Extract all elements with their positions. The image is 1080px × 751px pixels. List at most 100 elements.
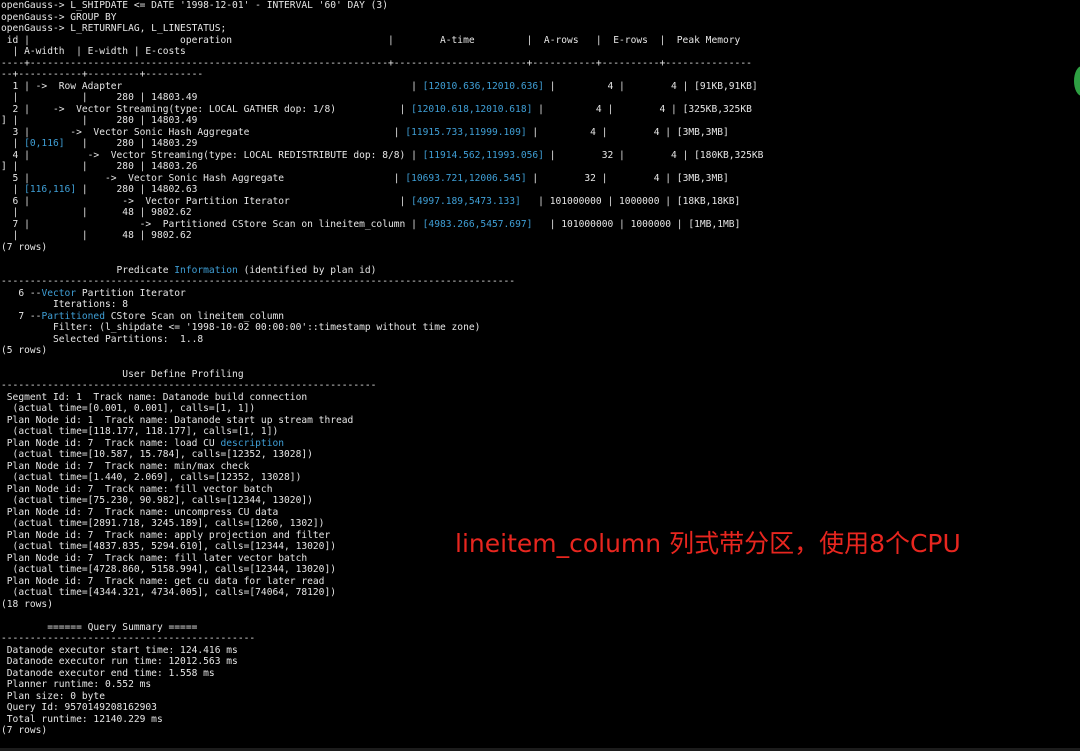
terminal-text: (actual time=[0.001, 0.001], calls=[1, 1… (1, 403, 256, 415)
terminal-line: ----------------------------------------… (1, 633, 1076, 645)
terminal-line: 3 | -> Vector Sonic Hash Aggregate | [11… (1, 127, 1076, 139)
terminal-text: Predicate (1, 264, 175, 276)
terminal-line: ====== Query Summary ===== (1, 622, 1076, 634)
terminal-text: | 280 | 14803.29 (64, 138, 198, 150)
terminal-text: (actual time=[75.230, 90.982], calls=[12… (1, 495, 313, 507)
terminal-text: (actual time=[1.440, 2.069], calls=[1235… (1, 472, 302, 484)
terminal-line: Plan Node id: 1 Track name: Datanode sta… (1, 415, 1076, 427)
terminal-text: (18 rows) (1, 598, 53, 610)
terminal-text: 7 | -> Partitioned CStore Scan on lineit… (1, 218, 423, 230)
terminal-text: Datanode executor end time: 1.558 ms (1, 667, 215, 679)
terminal-text: Query Id: 9570149208162903 (1, 702, 157, 714)
terminal-line: | [116,116] | 280 | 14802.63 (1, 184, 1076, 196)
terminal-text: | 32 | 4 | [3MB,3MB] (526, 172, 729, 184)
terminal-text: | 4 | 4 | [3MB,3MB] (526, 126, 729, 138)
terminal-line: 5 | -> Vector Sonic Hash Aggregate | [10… (1, 173, 1076, 185)
terminal-text: (actual time=[118.177, 118.177], calls=[… (1, 426, 279, 438)
terminal-text: Segment Id: 1 Track name: Datanode build… (1, 391, 308, 403)
terminal-line: ] | | 280 | 14803.49 (1, 115, 1076, 127)
terminal-highlight: Partitioned (41, 310, 105, 322)
terminal-line: Datanode executor end time: 1.558 ms (1, 668, 1076, 680)
terminal-line: 7 --Partitioned CStore Scan on lineitem_… (1, 311, 1076, 323)
terminal-line: Filter: (l_shipdate <= '1998-10-02 00:00… (1, 322, 1076, 334)
terminal-text: Plan Node id: 1 Track name: Datanode sta… (1, 414, 354, 426)
terminal-text: Plan size: 0 byte (1, 690, 105, 702)
terminal-line: 4 | -> Vector Streaming(type: LOCAL REDI… (1, 150, 1076, 162)
terminal-text: Plan Node id: 7 Track name: fill later v… (1, 552, 308, 564)
terminal-line: (actual time=[4728.860, 5158.994], calls… (1, 564, 1076, 576)
terminal-line: Plan Node id: 7 Track name: load CU desc… (1, 438, 1076, 450)
terminal-text: Planner runtime: 0.552 ms (1, 679, 152, 691)
terminal-line: openGauss-> L_SHIPDATE <= DATE '1998-12-… (1, 0, 1076, 12)
terminal-line: Query Id: 9570149208162903 (1, 702, 1076, 714)
terminal-text: (identified by plan id) (237, 264, 377, 276)
terminal-output[interactable]: openGauss-> L_SHIPDATE <= DATE '1998-12-… (1, 0, 1076, 745)
terminal-text: User Define Profiling (1, 368, 244, 380)
terminal-text: ] | | 280 | 14803.26 (1, 161, 198, 173)
terminal-line: id | operation | A-time | A-rows | E-row… (1, 35, 1076, 47)
terminal-text: openGauss-> L_SHIPDATE <= DATE '1998-12-… (1, 0, 388, 11)
terminal-text: (actual time=[4344.321, 4734.005], calls… (1, 587, 337, 599)
terminal-highlight: description (220, 437, 285, 449)
terminal-text: 6 -- (1, 287, 42, 299)
terminal-text: | 101000000 | 1000000 | [1MB,1MB] (532, 218, 741, 230)
terminal-line: | | 280 | 14803.49 (1, 92, 1076, 104)
terminal-text: | 101000000 | 1000000 | [18KB,18KB] (520, 195, 741, 207)
terminal-text: Selected Partitions: 1..8 (1, 333, 204, 345)
terminal-line: ] | | 280 | 14803.26 (1, 161, 1076, 173)
terminal-text: | A-width | E-width | E-costs (1, 46, 186, 58)
terminal-highlight: Information (174, 264, 238, 276)
terminal-highlight: [10693.721,12006.545] (405, 172, 527, 184)
terminal-highlight: [11914.562,11993.056] (422, 149, 544, 161)
terminal-line: 2 | -> Vector Streaming(type: LOCAL GATH… (1, 104, 1076, 116)
terminal-text: (actual time=[2891.718, 3245.189], calls… (1, 518, 325, 530)
terminal-text: Plan Node id: 7 Track name: uncompress C… (1, 506, 279, 518)
terminal-text: (actual time=[4837.835, 5294.610], calls… (1, 541, 337, 553)
terminal-text: openGauss-> GROUP BY (1, 11, 117, 23)
terminal-line: ----------------------------------------… (1, 380, 1076, 392)
terminal-line: | A-width | E-width | E-costs (1, 46, 1076, 58)
terminal-line: ----+-----------------------------------… (1, 58, 1076, 70)
terminal-line: Plan Node id: 7 Track name: uncompress C… (1, 507, 1076, 519)
terminal-line: | | 48 | 9802.62 (1, 230, 1076, 242)
terminal-line: (5 rows) (1, 345, 1076, 357)
terminal-text: (7 rows) (1, 725, 48, 737)
terminal-line: 6 | -> Vector Partition Iterator | [4997… (1, 196, 1076, 208)
terminal-highlight: [0,116] (24, 138, 65, 150)
terminal-text: Plan Node id: 7 Track name: apply projec… (1, 529, 331, 541)
terminal-line: (actual time=[4344.321, 4734.005], calls… (1, 587, 1076, 599)
terminal-text: | 280 | 14802.63 (76, 184, 198, 196)
terminal-line: Plan Node id: 7 Track name: min/max chec… (1, 461, 1076, 473)
terminal-line: 6 --Vector Partition Iterator (1, 288, 1076, 300)
terminal-line: Iterations: 8 (1, 299, 1076, 311)
terminal-text: | (1, 184, 25, 196)
terminal-line: (actual time=[118.177, 118.177], calls=[… (1, 426, 1076, 438)
terminal-text: id | operation | A-time | A-rows | E-row… (1, 34, 741, 46)
terminal-line: | | 48 | 9802.62 (1, 207, 1076, 219)
terminal-text: 1 | -> Row Adapter | (1, 80, 423, 92)
terminal-line: User Define Profiling (1, 369, 1076, 381)
terminal-line: | [0,116] | 280 | 14803.29 (1, 138, 1076, 150)
terminal-text: (actual time=[4728.860, 5158.994], calls… (1, 564, 337, 576)
terminal-text: ----------------------------------------… (1, 276, 516, 288)
terminal-line: ----------------------------------------… (1, 276, 1076, 288)
terminal-text: 2 | -> Vector Streaming(type: LOCAL GATH… (1, 103, 412, 115)
terminal-text: | | 48 | 9802.62 (1, 230, 192, 242)
terminal-text: (actual time=[10.587, 15.784], calls=[12… (1, 449, 313, 461)
terminal-text: CStore Scan on lineitem_column (104, 310, 285, 322)
terminal-text: ] | | 280 | 14803.49 (1, 115, 198, 127)
terminal-line: (actual time=[0.001, 0.001], calls=[1, 1… (1, 403, 1076, 415)
terminal-text: 3 | -> Vector Sonic Hash Aggregate | (1, 126, 406, 138)
terminal-line: (actual time=[10.587, 15.784], calls=[12… (1, 449, 1076, 461)
terminal-text: Plan Node id: 7 Track name: get cu data … (1, 575, 325, 587)
terminal-text: 6 | -> Vector Partition Iterator | (1, 195, 412, 207)
terminal-line: 7 | -> Partitioned CStore Scan on lineit… (1, 219, 1076, 231)
terminal-highlight: [4983.266,5457.697] (422, 218, 533, 230)
terminal-text: | | 280 | 14803.49 (1, 92, 198, 104)
terminal-text: Plan Node id: 7 Track name: min/max chec… (1, 460, 250, 472)
terminal-line: (7 rows) (1, 242, 1076, 254)
terminal-highlight: [12010.618,12010.618] (411, 103, 533, 115)
terminal-line: --+-----------+---------+---------- (1, 69, 1076, 81)
terminal-line: (actual time=[75.230, 90.982], calls=[12… (1, 495, 1076, 507)
terminal-line: Predicate Information (identified by pla… (1, 265, 1076, 277)
